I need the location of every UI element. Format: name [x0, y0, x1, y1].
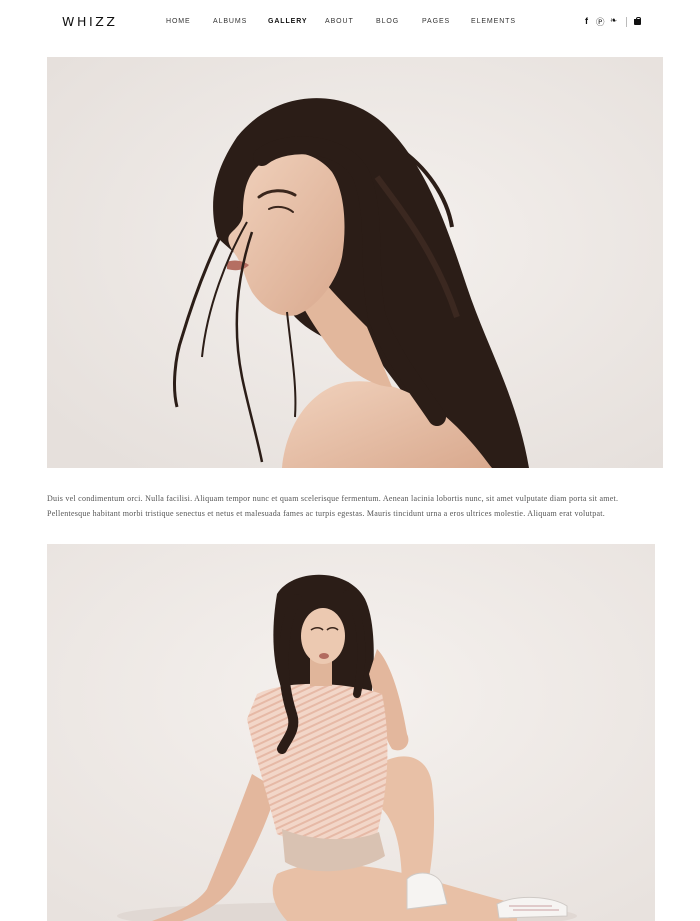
- gallery-image-sitting[interactable]: [47, 544, 655, 921]
- nav-item-pages[interactable]: PAGES: [422, 18, 450, 25]
- nav-item-elements[interactable]: ELEMENTS: [471, 18, 516, 25]
- twitter-icon[interactable]: ❧: [610, 16, 617, 26]
- gallery-image-portrait[interactable]: [47, 57, 663, 468]
- pinterest-icon[interactable]: Ⓟ: [596, 16, 605, 28]
- facebook-icon[interactable]: f: [585, 16, 588, 26]
- site-logo[interactable]: WHIZZ: [62, 14, 118, 29]
- shopping-bag-icon[interactable]: [634, 17, 641, 25]
- nav-item-blog[interactable]: BLOG: [376, 18, 399, 25]
- gallery-caption: Duis vel condimentum orci. Nulla facilis…: [47, 494, 619, 518]
- nav-item-home[interactable]: HOME: [166, 18, 191, 25]
- nav-item-about[interactable]: ABOUT: [325, 18, 354, 25]
- header-divider: [626, 17, 627, 27]
- nav-item-gallery[interactable]: GALLERY: [268, 18, 308, 25]
- nav-item-albums[interactable]: ALBUMS: [213, 18, 247, 25]
- site-header: WHIZZ HOME ALBUMS GALLERY ABOUT BLOG PAG…: [0, 0, 700, 46]
